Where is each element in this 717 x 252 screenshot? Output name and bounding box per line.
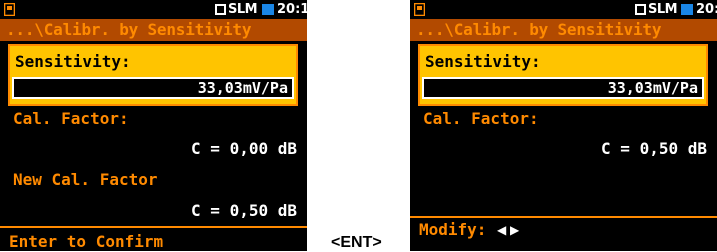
mode-box-icon [635, 4, 646, 15]
sensitivity-field[interactable]: Sensitivity: 33,03mV/Pa [418, 44, 708, 106]
new-cal-factor-label: New Cal. Factor [13, 170, 158, 189]
title-bar: ...\Calibr. by Sensitivity [410, 19, 717, 41]
cal-factor-label: Cal. Factor: [423, 109, 539, 128]
sensitivity-value[interactable]: 33,03mV/Pa [12, 77, 294, 99]
screen-title: ...\Calibr. by Sensitivity [6, 20, 252, 39]
left-right-arrows-icon: ◀ ▶ [497, 223, 520, 237]
enter-key-caption: <ENT> [331, 234, 382, 251]
new-cal-factor-value: C = 0,50 dB [191, 201, 297, 220]
clock-time: 20:12 [277, 2, 307, 17]
sensitivity-label: Sensitivity: [15, 52, 131, 71]
status-bar: SLM 20:12 [0, 0, 307, 19]
screen-body: Sensitivity: 33,03mV/Pa Cal. Factor: C =… [0, 41, 307, 251]
cal-factor-value[interactable]: C = 0,50 dB [601, 140, 707, 158]
left-device-screen: SLM 20:12 ...\Calibr. by Sensitivity Sen… [0, 0, 307, 251]
cal-factor-value: C = 0,00 dB [191, 139, 297, 158]
divider [410, 216, 717, 218]
mode-label: SLM [228, 2, 258, 17]
footer-hint: Enter to Confirm [9, 232, 164, 251]
sensitivity-field[interactable]: Sensitivity: 33,03mV/Pa [8, 44, 298, 106]
battery-icon [262, 4, 274, 15]
device-icon [4, 3, 15, 16]
device-icon [414, 3, 425, 16]
cal-factor-label: Cal. Factor: [13, 109, 129, 128]
modify-hint: Modify: [419, 220, 487, 239]
sensitivity-value[interactable]: 33,03mV/Pa [422, 77, 704, 99]
status-bar: SLM 20:1 [410, 0, 717, 19]
divider [0, 226, 307, 228]
right-device-screen: SLM 20:1 ...\Calibr. by Sensitivity Sens… [410, 0, 717, 251]
mode-box-icon [215, 4, 226, 15]
screen-body: Sensitivity: 33,03mV/Pa Cal. Factor: C =… [410, 41, 717, 251]
title-bar: ...\Calibr. by Sensitivity [0, 19, 307, 41]
sensitivity-label: Sensitivity: [425, 52, 541, 71]
mode-label: SLM [648, 2, 678, 17]
screen-title: ...\Calibr. by Sensitivity [416, 20, 662, 39]
clock-time: 20:1 [696, 2, 717, 17]
battery-icon [681, 4, 693, 15]
